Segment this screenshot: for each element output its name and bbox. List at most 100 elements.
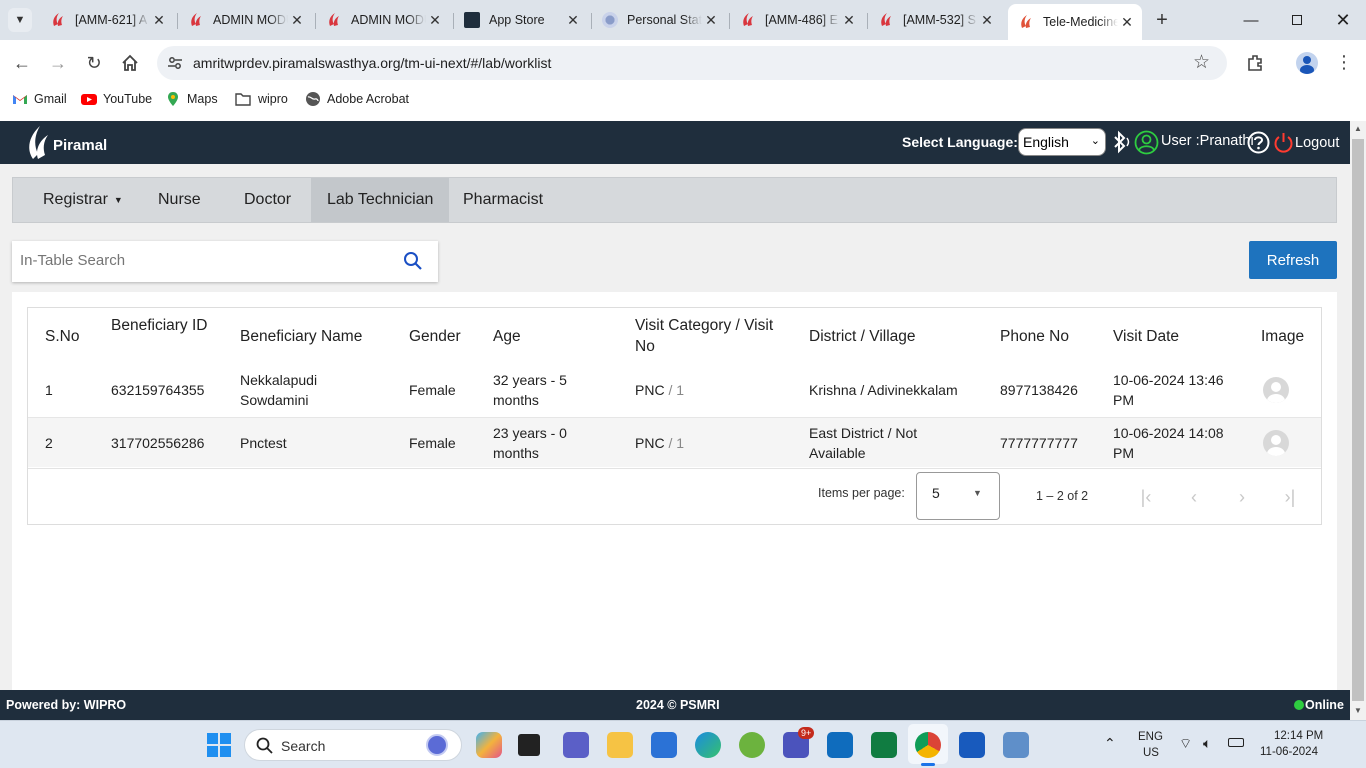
browser-tab-4[interactable]: App Store ✕ (454, 6, 588, 34)
help-icon[interactable] (1247, 131, 1270, 154)
minimize-button[interactable]: — (1228, 0, 1274, 40)
chevron-left-icon: ‹ (1191, 486, 1197, 507)
task-view-icon[interactable] (518, 734, 540, 756)
input-language-line1[interactable]: ENG (1138, 731, 1163, 743)
previous-page-button[interactable]: ‹ (1182, 485, 1206, 509)
visit-category: PNC (635, 382, 665, 398)
arrow-right-icon: → (49, 52, 67, 73)
close-window-button[interactable]: ✕ (1320, 0, 1366, 40)
tab-title: [AMM-621] A (75, 13, 148, 27)
restore-button[interactable] (1274, 0, 1320, 40)
close-icon[interactable]: ✕ (564, 12, 582, 29)
browser-menu-button[interactable]: ⋮ (1334, 52, 1354, 74)
role-tab-lab-technician[interactable]: Lab Technician (311, 178, 450, 222)
address-bar[interactable]: amritwprdev.piramalswasthya.org/tm-ui-ne… (157, 46, 1227, 80)
refresh-button[interactable]: Refresh (1249, 241, 1337, 279)
forward-button[interactable]: → (46, 51, 70, 75)
close-icon[interactable]: ✕ (702, 12, 720, 29)
column-header-beneficiary-id: Beneficiary ID (111, 317, 208, 334)
taskbar-search[interactable]: Search (244, 729, 462, 761)
bookmark-adobe-acrobat[interactable]: Adobe Acrobat (305, 91, 409, 107)
browser-tab-active[interactable]: Tele-Medicine ✕ (1008, 4, 1142, 40)
scroll-up-icon[interactable]: ▲ (1354, 124, 1362, 133)
excel-icon[interactable] (871, 732, 897, 758)
piramal-logo-icon (881, 13, 891, 26)
teams-icon[interactable] (563, 732, 589, 758)
browser-tab-2[interactable]: ADMIN MODULE ✕ (178, 6, 312, 34)
file-explorer-icon[interactable] (607, 732, 633, 758)
clock-time[interactable]: 12:14 PM (1274, 730, 1323, 742)
back-button[interactable]: ← (10, 51, 34, 75)
microsoft-store-icon[interactable] (651, 732, 677, 758)
bookmark-maps[interactable]: Maps (165, 91, 218, 107)
reload-button[interactable]: ↻ (82, 51, 106, 75)
chrome-icon[interactable] (915, 732, 941, 758)
role-tab-nurse[interactable]: Nurse (142, 178, 217, 222)
battery-icon[interactable] (1228, 738, 1244, 747)
user-label: User :Pranathi (1161, 133, 1254, 149)
browser-tab-1[interactable]: [AMM-621] A ✕ (40, 6, 174, 34)
bookmark-folder-wipro[interactable]: wipro (234, 91, 288, 107)
profile-avatar[interactable] (1296, 52, 1318, 74)
beneficiary-avatar[interactable] (1263, 430, 1289, 456)
beneficiary-avatar[interactable] (1263, 377, 1289, 403)
close-icon[interactable]: ✕ (978, 12, 996, 29)
close-icon[interactable]: ✕ (426, 12, 444, 29)
browser-tab-5[interactable]: Personal Stat ✕ (592, 6, 726, 34)
column-header-district-village: District / Village (809, 328, 916, 345)
next-page-button[interactable]: › (1230, 485, 1254, 509)
scrollbar-thumb[interactable] (1352, 139, 1364, 701)
copilot-icon[interactable] (476, 732, 502, 758)
close-icon[interactable]: ✕ (840, 12, 858, 29)
tab-search-button[interactable]: ▼ (8, 8, 32, 32)
page-scrollbar[interactable]: ▲ ▼ (1350, 121, 1366, 720)
chevron-up-icon[interactable]: ⌃ (1104, 735, 1116, 752)
column-header-sno: S.No (45, 328, 80, 345)
table-row[interactable]: 2 317702556286 Pnctest Female 23 years -… (28, 417, 1321, 467)
role-label: Registrar (43, 191, 108, 208)
bluetooth-icon[interactable] (1110, 130, 1132, 154)
outlook-icon[interactable] (827, 732, 853, 758)
url-text: amritwprdev.piramalswasthya.org/tm-ui-ne… (193, 55, 552, 71)
close-icon[interactable]: ✕ (150, 12, 168, 29)
volume-icon[interactable]: 🔈︎ (1203, 735, 1211, 752)
notification-badge: 9+ (798, 727, 815, 739)
logout-button[interactable]: Logout (1273, 131, 1339, 155)
scroll-down-icon[interactable]: ▼ (1354, 706, 1362, 715)
extensions-icon[interactable] (1245, 53, 1265, 73)
role-tab-doctor[interactable]: Doctor (228, 178, 307, 222)
search-icon[interactable] (403, 251, 423, 271)
clock-date[interactable]: 11-06-2024 (1260, 746, 1318, 758)
browser-tab-7[interactable]: [AMM-532] S ✕ (868, 6, 1002, 34)
first-page-button[interactable]: |‹ (1134, 485, 1158, 509)
language-select[interactable]: English ⌄ (1018, 128, 1106, 156)
spring-tool-icon[interactable] (739, 732, 765, 758)
brand-name: Piramal (53, 137, 108, 154)
close-icon[interactable]: ✕ (288, 12, 306, 29)
table-row[interactable]: 1 632159764355 Nekkalapudi Sowdamini Fem… (28, 364, 1321, 416)
wifi-icon[interactable]: ⌔ (1179, 735, 1192, 753)
browser-tab-3[interactable]: ADMIN MODULE ✕ (316, 6, 450, 34)
piramal-logo-icon (743, 13, 753, 26)
edge-icon[interactable] (695, 732, 721, 758)
input-language-line2[interactable]: US (1143, 747, 1159, 759)
bookmark-youtube[interactable]: YouTube (81, 91, 152, 107)
browser-tab-6[interactable]: [AMM-486] E ✕ (730, 6, 864, 34)
in-table-search[interactable] (12, 241, 438, 282)
windows-start-icon[interactable] (207, 733, 231, 757)
new-tab-button[interactable]: + (1150, 8, 1174, 32)
site-info-icon[interactable] (167, 55, 183, 71)
home-button[interactable] (118, 51, 142, 75)
page-size-select[interactable]: 5 ▼ (916, 472, 1000, 520)
bookmark-star-icon[interactable]: ☆ (1193, 51, 1210, 74)
close-icon[interactable]: ✕ (1118, 14, 1136, 31)
remote-desktop-icon[interactable] (1003, 732, 1029, 758)
role-tab-registrar[interactable]: Registrar ▼ (27, 178, 139, 222)
bookmark-gmail[interactable]: Gmail (12, 91, 67, 107)
role-tab-pharmacist[interactable]: Pharmacist (447, 178, 559, 222)
search-input[interactable] (20, 252, 380, 269)
cell-phone: 8977138426 (1000, 382, 1078, 398)
cell-district-village: Krishna / Adivinekkalam (809, 382, 958, 398)
last-page-button[interactable]: ›| (1278, 485, 1302, 509)
word-icon[interactable] (959, 732, 985, 758)
